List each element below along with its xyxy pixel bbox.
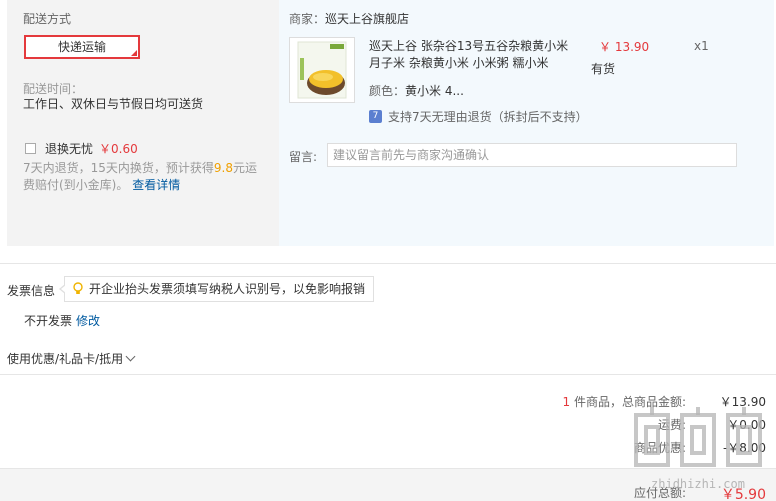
worry-desc-part-a: 7天内退货，15天内换货，预计获得 bbox=[23, 161, 214, 175]
selected-corner-icon bbox=[131, 50, 137, 56]
summary-divider bbox=[0, 374, 776, 375]
express-shipping-option[interactable]: 快递运输 bbox=[24, 35, 140, 59]
invoice-tip-text: 开企业抬头发票须填写纳税人识别号，以免影响报销 bbox=[89, 282, 366, 296]
edit-invoice-link[interactable]: 修改 bbox=[76, 314, 100, 328]
section-divider bbox=[0, 263, 776, 264]
delivery-time-value: 工作日、双休日与节假日均可送货 bbox=[23, 97, 204, 111]
shipping-section: 配送方式 快递运输 配送时间： 工作日、双休日与节假日均可送货 退换无忧 ￥0.… bbox=[7, 0, 272, 246]
worry-free-price: ￥0.60 bbox=[99, 142, 138, 156]
express-shipping-label: 快递运输 bbox=[57, 40, 106, 54]
order-item-section: 商家：巡天上谷旗舰店 巡天上谷 张杂谷13号五谷杂粮黄小米月子米 杂粮黄小米 小… bbox=[279, 0, 774, 246]
worry-free-checkbox[interactable] bbox=[25, 143, 36, 154]
shop-label: 商家： bbox=[289, 12, 326, 26]
shop-info: 商家：巡天上谷旗舰店 bbox=[289, 10, 409, 27]
worry-free-description: 7天内退货，15天内换货，预计获得9.8元运费赔付(到小金库)。 查看详情 bbox=[23, 160, 263, 194]
invoice-tip: 开企业抬头发票须填写纳税人识别号，以免影响报销 bbox=[59, 276, 375, 302]
product-thumbnail[interactable] bbox=[289, 37, 355, 103]
shop-name[interactable]: 巡天上谷旗舰店 bbox=[325, 12, 409, 26]
product-image-icon bbox=[290, 38, 354, 102]
note-input[interactable]: 建议留言前先与商家沟通确认 bbox=[327, 143, 737, 167]
product-quantity: x1 bbox=[694, 39, 709, 53]
note-label: 留言: bbox=[289, 150, 318, 164]
site-watermark: zhidhizhi.com bbox=[628, 405, 768, 495]
coupon-label: 使用优惠/礼品卡/抵用 bbox=[7, 352, 124, 366]
delivery-time-label: 配送时间： bbox=[23, 82, 84, 96]
worry-free-return-row: 退换无忧 ￥0.60 bbox=[25, 140, 138, 157]
invoice-value: 不开发票 bbox=[24, 314, 73, 328]
shipping-title: 配送方式 bbox=[23, 12, 72, 26]
tip-arrow-inner bbox=[61, 285, 66, 293]
chevron-down-icon bbox=[125, 351, 136, 362]
delivery-panel: 配送方式 快递运输 配送时间： 工作日、双休日与节假日均可送货 退换无忧 ￥0.… bbox=[7, 0, 774, 246]
product-price: ￥ 13.90 bbox=[599, 40, 650, 54]
invoice-label: 发票信息 bbox=[7, 284, 56, 298]
view-details-link[interactable]: 查看详情 bbox=[132, 178, 180, 192]
stock-status: 有货 bbox=[591, 62, 616, 76]
watermark-site-text: zhidhizhi.com bbox=[651, 477, 745, 491]
item-count: 1 bbox=[562, 395, 571, 409]
product-title[interactable]: 巡天上谷 张杂谷13号五谷杂粮黄小米月子米 杂粮黄小米 小米粥 糯小米 bbox=[369, 38, 569, 72]
coupon-toggle[interactable]: 使用优惠/礼品卡/抵用 bbox=[7, 350, 136, 367]
color-value: 黄小米 4... bbox=[405, 84, 464, 98]
color-label: 颜色： bbox=[369, 84, 406, 98]
worry-free-name: 退换无忧 bbox=[45, 142, 94, 156]
invoice-value-row: 不开发票 修改 bbox=[24, 312, 100, 329]
watermark-logo-icon bbox=[634, 407, 762, 467]
seven-day-return-icon: 7 bbox=[369, 110, 382, 123]
product-color: 颜色：黄小米 4... bbox=[369, 82, 464, 99]
lightbulb-icon bbox=[73, 282, 83, 294]
seven-day-return-row: 7 支持7天无理由退货（拆封后不支持） bbox=[369, 108, 588, 125]
worry-desc-amount: 9.8 bbox=[213, 161, 233, 175]
seven-day-return-text: 支持7天无理由退货（拆封后不支持） bbox=[388, 110, 588, 124]
